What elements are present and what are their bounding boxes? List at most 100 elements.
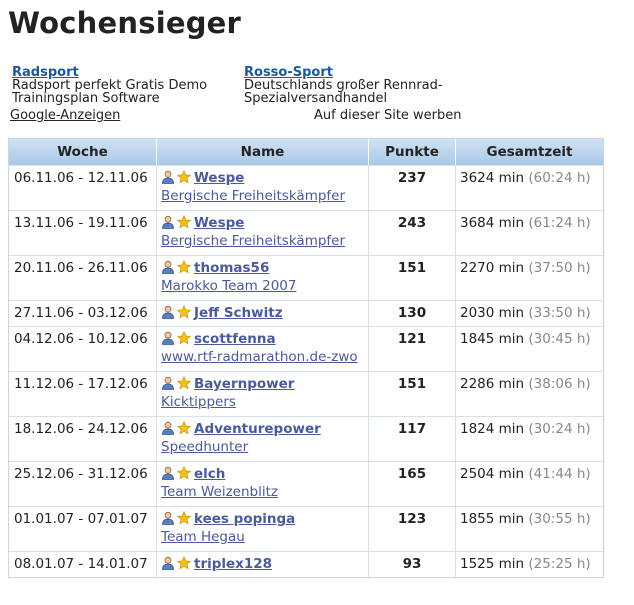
team-link[interactable]: Speedhunter xyxy=(161,438,364,456)
weekly-winners-table: Woche Name Punkte Gesamtzeit 06.11.06 - … xyxy=(8,138,604,578)
column-header-points: Punkte xyxy=(369,139,456,165)
table-row: 08.01.07 - 14.01.07 triplex128 93 1525 m… xyxy=(9,551,603,577)
user-icon xyxy=(161,466,175,480)
user-link[interactable]: thomas56 xyxy=(194,260,269,276)
week-cell: 06.11.06 - 12.11.06 xyxy=(9,165,157,210)
time-cell: 2504 min (41:44 h) xyxy=(456,461,603,506)
points-cell: 151 xyxy=(369,255,456,300)
time-minutes: 2504 min xyxy=(460,466,525,482)
user-icon xyxy=(161,331,175,345)
column-header-week: Woche xyxy=(9,139,157,165)
user-link[interactable]: Bayernpower xyxy=(194,376,294,392)
time-cell: 2030 min (33:50 h) xyxy=(456,300,603,326)
time-hours: (61:24 h) xyxy=(528,215,591,231)
name-cell: triplex128 xyxy=(157,551,369,577)
name-cell: Wespe Bergische Freiheitskämpfer xyxy=(157,165,369,210)
time-cell: 3624 min (60:24 h) xyxy=(456,165,603,210)
time-hours: (60:24 h) xyxy=(528,170,591,186)
time-cell: 2286 min (38:06 h) xyxy=(456,371,603,416)
points-cell: 130 xyxy=(369,300,456,326)
points-cell: 123 xyxy=(369,506,456,551)
star-icon xyxy=(177,421,191,435)
points-cell: 117 xyxy=(369,416,456,461)
column-header-name: Name xyxy=(157,139,369,165)
user-link[interactable]: Wespe xyxy=(194,170,244,186)
name-cell: Wespe Bergische Freiheitskämpfer xyxy=(157,210,369,255)
table-row: 18.12.06 - 24.12.06 Adventurepower Speed… xyxy=(9,416,603,461)
points-cell: 93 xyxy=(369,551,456,577)
user-link[interactable]: elch xyxy=(194,466,225,482)
time-minutes: 1855 min xyxy=(460,511,525,527)
time-minutes: 1845 min xyxy=(460,331,525,347)
name-cell: Jeff Schwitz xyxy=(157,300,369,326)
time-minutes: 3624 min xyxy=(460,170,525,186)
user-link[interactable]: scottfenna xyxy=(194,331,276,347)
time-hours: (30:24 h) xyxy=(528,421,591,437)
star-icon xyxy=(177,556,191,570)
table-row: 27.11.06 - 03.12.06 Jeff Schwitz 130 203… xyxy=(9,300,603,326)
star-icon xyxy=(177,215,191,229)
user-link[interactable]: kees popinga xyxy=(194,511,295,527)
name-cell: Bayernpower Kicktippers xyxy=(157,371,369,416)
time-cell: 1855 min (30:55 h) xyxy=(456,506,603,551)
time-cell: 3684 min (61:24 h) xyxy=(456,210,603,255)
table-row: 01.01.07 - 07.01.07 kees popinga Team He… xyxy=(9,506,603,551)
user-link[interactable]: Jeff Schwitz xyxy=(194,305,283,321)
name-cell: thomas56 Marokko Team 2007 xyxy=(157,255,369,300)
time-minutes: 2030 min xyxy=(460,305,525,321)
table-row: 06.11.06 - 12.11.06 Wespe Bergische Frei… xyxy=(9,165,603,210)
table-row: 04.12.06 - 10.12.06 scottfenna www.rtf-r… xyxy=(9,326,603,371)
team-link[interactable]: www.rtf-radmarathon.de-zwo xyxy=(161,348,364,366)
time-hours: (37:50 h) xyxy=(528,260,591,276)
points-cell: 151 xyxy=(369,371,456,416)
time-minutes: 3684 min xyxy=(460,215,525,231)
team-link[interactable]: Marokko Team 2007 xyxy=(161,277,364,295)
time-cell: 2270 min (37:50 h) xyxy=(456,255,603,300)
team-link[interactable]: Team Weizenblitz xyxy=(161,483,364,501)
points-cell: 243 xyxy=(369,210,456,255)
time-hours: (41:44 h) xyxy=(528,466,591,482)
user-icon xyxy=(161,305,175,319)
team-link[interactable]: Team Hegau xyxy=(161,528,364,546)
name-cell: Adventurepower Speedhunter xyxy=(157,416,369,461)
ad-item: Rosso-Sport Deutschlands großer Rennrad-… xyxy=(244,66,443,105)
star-icon xyxy=(177,305,191,319)
week-cell: 08.01.07 - 14.01.07 xyxy=(9,551,157,577)
star-icon xyxy=(177,170,191,184)
ad-item: Radsport Radsport perfekt Gratis Demo Tr… xyxy=(12,66,207,105)
time-cell: 1525 min (25:25 h) xyxy=(456,551,603,577)
user-icon xyxy=(161,556,175,570)
time-minutes: 2286 min xyxy=(460,376,525,392)
points-cell: 165 xyxy=(369,461,456,506)
advertise-link[interactable]: Auf dieser Site werben xyxy=(314,108,462,123)
team-link[interactable]: Bergische Freiheitskämpfer xyxy=(161,232,364,250)
user-icon xyxy=(161,215,175,229)
week-cell: 13.11.06 - 19.11.06 xyxy=(9,210,157,255)
user-icon xyxy=(161,260,175,274)
user-link[interactable]: triplex128 xyxy=(194,556,272,572)
google-ads-link[interactable]: Google-Anzeigen xyxy=(10,108,120,123)
user-link[interactable]: Adventurepower xyxy=(194,421,321,437)
column-header-time: Gesamtzeit xyxy=(456,139,603,165)
week-cell: 25.12.06 - 31.12.06 xyxy=(9,461,157,506)
time-minutes: 1824 min xyxy=(460,421,525,437)
week-cell: 01.01.07 - 07.01.07 xyxy=(9,506,157,551)
time-cell: 1845 min (30:45 h) xyxy=(456,326,603,371)
user-icon xyxy=(161,511,175,525)
week-cell: 20.11.06 - 26.11.06 xyxy=(9,255,157,300)
time-minutes: 2270 min xyxy=(460,260,525,276)
star-icon xyxy=(177,376,191,390)
name-cell: kees popinga Team Hegau xyxy=(157,506,369,551)
team-link[interactable]: Kicktippers xyxy=(161,393,364,411)
user-link[interactable]: Wespe xyxy=(194,215,244,231)
star-icon xyxy=(177,511,191,525)
ad-text: Trainingsplan Software xyxy=(12,91,160,106)
table-row: 20.11.06 - 26.11.06 thomas56 Marokko Tea… xyxy=(9,255,603,300)
week-cell: 11.12.06 - 17.12.06 xyxy=(9,371,157,416)
time-hours: (38:06 h) xyxy=(528,376,591,392)
star-icon xyxy=(177,466,191,480)
team-link[interactable]: Bergische Freiheitskämpfer xyxy=(161,187,364,205)
time-hours: (25:25 h) xyxy=(528,556,591,572)
table-row: 25.12.06 - 31.12.06 elch Team Weizenblit… xyxy=(9,461,603,506)
table-header-row: Woche Name Punkte Gesamtzeit xyxy=(9,139,603,165)
